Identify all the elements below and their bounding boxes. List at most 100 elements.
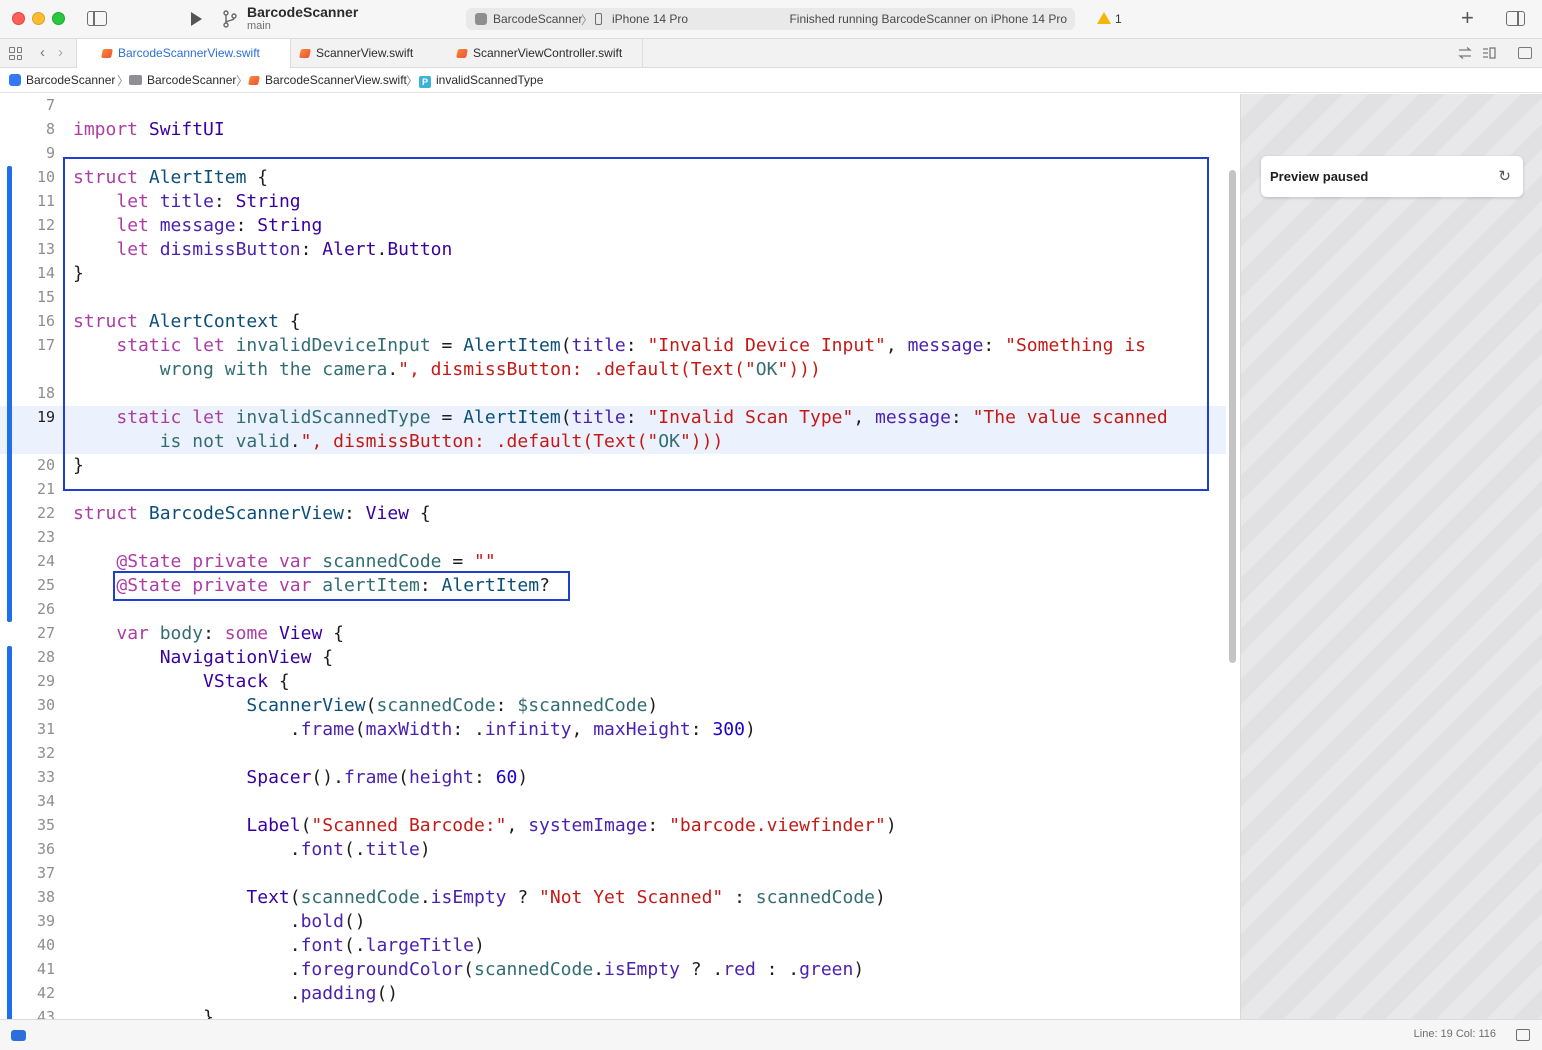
line-number: 12 bbox=[36, 216, 55, 234]
change-indicator-bar bbox=[7, 166, 12, 622]
preview-status-card[interactable]: Preview paused ↻ bbox=[1261, 156, 1523, 197]
breadcrumb-project[interactable]: BarcodeScanner bbox=[9, 73, 115, 87]
related-items-icon[interactable] bbox=[9, 47, 22, 60]
line-number: 16 bbox=[36, 312, 55, 330]
breadcrumb-file[interactable]: BarcodeScannerView.swift bbox=[248, 73, 407, 87]
split-editor-icon[interactable] bbox=[1518, 47, 1532, 59]
tab-scannerviewcontroller[interactable]: ScannerViewController.swift bbox=[443, 39, 643, 68]
line-number: 24 bbox=[36, 552, 55, 570]
property-icon: P bbox=[419, 76, 431, 88]
debug-area-toggle-icon[interactable] bbox=[11, 1030, 26, 1041]
code-line[interactable]: struct BarcodeScannerView: View { bbox=[73, 502, 431, 526]
code-line[interactable]: .bold() bbox=[73, 910, 366, 934]
line-number: 28 bbox=[36, 648, 55, 666]
scheme-icon bbox=[475, 13, 487, 25]
tab-scannerview[interactable]: ScannerView.swift bbox=[292, 39, 442, 68]
code-line[interactable]: NavigationView { bbox=[73, 646, 333, 670]
close-window-button[interactable] bbox=[12, 12, 25, 25]
line-number: 9 bbox=[45, 144, 55, 162]
code-line[interactable]: import SwiftUI bbox=[73, 118, 225, 142]
swift-file-icon bbox=[248, 76, 260, 85]
chevron-right-icon: 〉 bbox=[236, 74, 249, 88]
project-name[interactable]: BarcodeScanner bbox=[247, 4, 358, 20]
code-line[interactable]: .font(.title) bbox=[73, 838, 431, 862]
preview-canvas: Preview paused ↻ bbox=[1240, 94, 1542, 1019]
line-number: 8 bbox=[45, 120, 55, 138]
line-number: 17 bbox=[36, 336, 55, 354]
library-add-button[interactable]: + bbox=[1461, 6, 1474, 30]
breadcrumb-group[interactable]: BarcodeScanner bbox=[129, 73, 236, 87]
iphone-icon bbox=[595, 13, 602, 25]
code-line[interactable]: Spacer().frame(height: 60) bbox=[73, 766, 528, 790]
editor-scrollbar[interactable] bbox=[1229, 170, 1236, 663]
line-number: 37 bbox=[36, 864, 55, 882]
line-number: 11 bbox=[36, 192, 55, 210]
code-line[interactable]: .frame(maxWidth: .infinity, maxHeight: 3… bbox=[73, 718, 756, 742]
jump-bar: BarcodeScanner 〉 BarcodeScanner 〉 Barcod… bbox=[0, 68, 1542, 93]
line-number: 14 bbox=[36, 264, 55, 282]
panel-toggle-icon[interactable] bbox=[1516, 1029, 1530, 1041]
line-number: 18 bbox=[36, 384, 55, 402]
line-number: 13 bbox=[36, 240, 55, 258]
source-editor[interactable]: 7 8 9 10 11 12 13 14 15 16 17 18 19 20 21 22 23 24 25 26 27 2… bbox=[0, 94, 1226, 1019]
code-line[interactable]: VStack { bbox=[73, 670, 290, 694]
folder-icon bbox=[129, 75, 142, 85]
line-number: 33 bbox=[36, 768, 55, 786]
code-line[interactable]: ScannerView(scannedCode: $scannedCode) bbox=[73, 694, 658, 718]
swift-file-icon bbox=[299, 49, 311, 58]
code-line[interactable]: .foregroundColor(scannedCode.isEmpty ? .… bbox=[73, 958, 864, 982]
run-icon[interactable] bbox=[188, 11, 204, 27]
line-number: 32 bbox=[36, 744, 55, 762]
line-number: 43 bbox=[36, 1008, 55, 1019]
chevron-right-icon: 〉 bbox=[406, 74, 419, 88]
minimize-window-button[interactable] bbox=[32, 12, 45, 25]
refresh-icon[interactable]: ↻ bbox=[1498, 169, 1511, 184]
swift-file-icon bbox=[456, 49, 468, 58]
line-number: 29 bbox=[36, 672, 55, 690]
line-number: 39 bbox=[36, 912, 55, 930]
line-number: 27 bbox=[36, 624, 55, 642]
warning-icon bbox=[1097, 12, 1111, 24]
run-destination-selector[interactable]: iPhone 14 Pro bbox=[612, 12, 688, 26]
tab-barcodescannerview[interactable]: BarcodeScannerView.swift bbox=[76, 39, 291, 68]
code-line[interactable]: var body: some View { bbox=[73, 622, 344, 646]
inspector-toggle-icon[interactable] bbox=[1506, 11, 1525, 26]
activity-status: Finished running BarcodeScanner on iPhon… bbox=[789, 12, 1067, 26]
back-chevron-icon[interactable]: ‹ bbox=[40, 44, 45, 61]
code-line[interactable]: .font(.largeTitle) bbox=[73, 934, 485, 958]
line-number: 22 bbox=[36, 504, 55, 522]
line-number: 20 bbox=[36, 456, 55, 474]
tab-label: ScannerViewController.swift bbox=[473, 46, 623, 60]
swift-file-icon bbox=[101, 49, 113, 58]
zoom-window-button[interactable] bbox=[52, 12, 65, 25]
line-number: 23 bbox=[36, 528, 55, 546]
swap-icon[interactable] bbox=[1458, 47, 1472, 59]
cursor-position: Line: 19 Col: 116 bbox=[1413, 1028, 1496, 1040]
code-line[interactable]: Label("Scanned Barcode:", systemImage: "… bbox=[73, 814, 896, 838]
forward-chevron-icon[interactable]: › bbox=[58, 44, 63, 61]
scheme-selector[interactable]: BarcodeScanner bbox=[493, 12, 582, 26]
code-line[interactable]: .padding() bbox=[73, 982, 398, 1006]
breadcrumb-symbol[interactable]: PinvalidScannedType bbox=[419, 73, 543, 88]
warning-count: 1 bbox=[1115, 12, 1122, 26]
chevron-right-icon: 〉 bbox=[117, 74, 130, 88]
line-number: 42 bbox=[36, 984, 55, 1002]
line-number: 15 bbox=[36, 288, 55, 306]
editor-tab-bar: ‹ › BarcodeScannerView.swift ScannerView… bbox=[0, 38, 1542, 68]
line-number: 35 bbox=[36, 816, 55, 834]
code-line[interactable]: Text(scannedCode.isEmpty ? "Not Yet Scan… bbox=[73, 886, 885, 910]
chevron-right-icon: 〉 bbox=[581, 13, 594, 27]
project-icon bbox=[9, 74, 21, 86]
line-number: 19 bbox=[36, 408, 55, 426]
code-line[interactable]: } bbox=[73, 1006, 214, 1019]
line-number: 26 bbox=[36, 600, 55, 618]
tab-label: BarcodeScannerView.swift bbox=[118, 46, 260, 60]
line-number: 25 bbox=[36, 576, 55, 594]
line-number: 31 bbox=[36, 720, 55, 738]
annotation-box-alert-item-state bbox=[113, 571, 570, 601]
warnings-indicator[interactable]: 1 bbox=[1097, 12, 1122, 26]
tab-label: ScannerView.swift bbox=[316, 46, 414, 60]
branch-name[interactable]: main bbox=[247, 20, 271, 32]
editor-options-icon[interactable] bbox=[1482, 47, 1496, 59]
navigator-toggle-icon[interactable] bbox=[87, 11, 107, 26]
